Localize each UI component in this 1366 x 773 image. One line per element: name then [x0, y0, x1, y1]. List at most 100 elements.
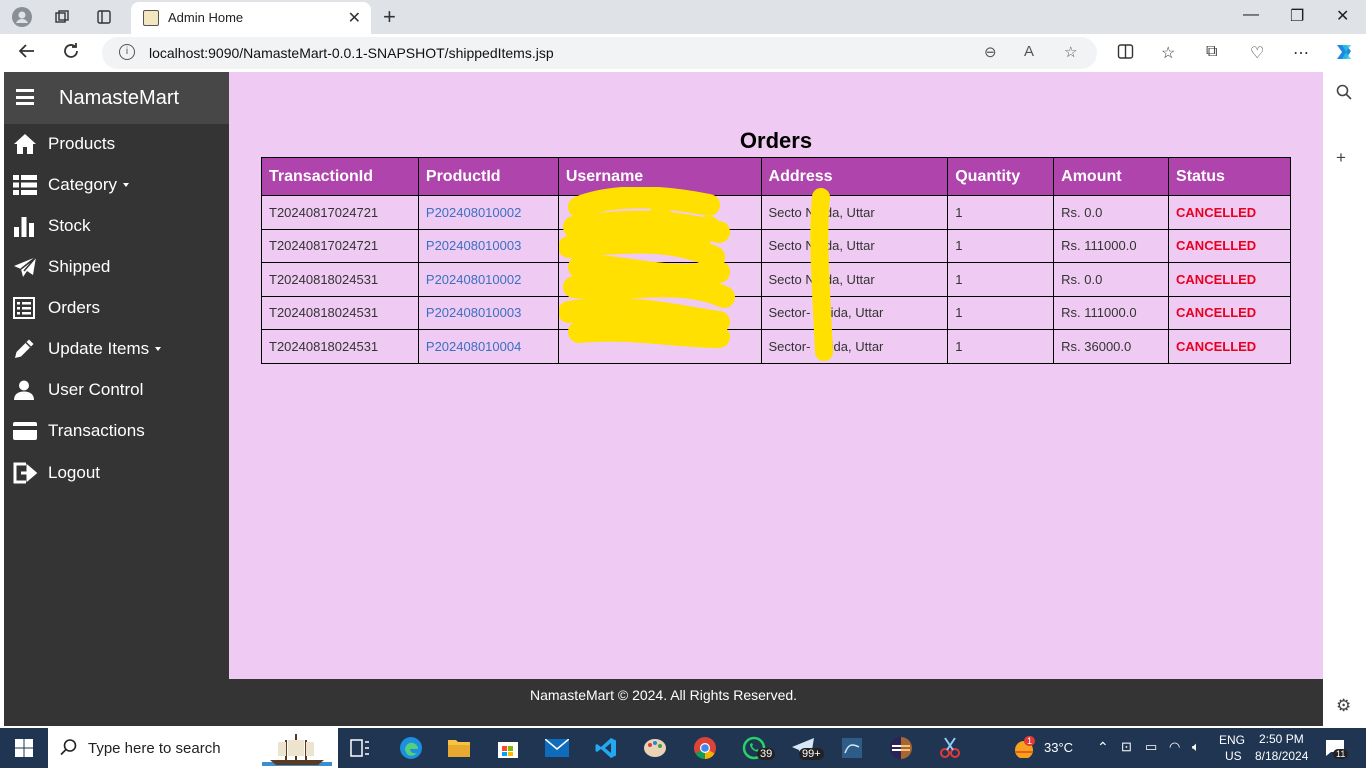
- product-id-link[interactable]: P202408010004: [417, 329, 559, 364]
- transaction-id-cell: T20240817024721: [261, 228, 419, 263]
- mysql-workbench-icon[interactable]: [840, 736, 864, 760]
- sidebar-item-label: Category: [48, 175, 117, 194]
- sidebar-item-stock[interactable]: Stock: [4, 207, 229, 245]
- sidebar-add-icon[interactable]: +: [1336, 148, 1346, 168]
- status-badge: CANCELLED: [1168, 195, 1291, 230]
- edge-browser-icon[interactable]: [399, 736, 423, 760]
- column-header: Quantity: [947, 157, 1055, 196]
- favorite-star-icon[interactable]: ☆: [1064, 43, 1077, 61]
- vscode-icon[interactable]: [594, 736, 618, 760]
- new-tab-button[interactable]: +: [383, 4, 396, 30]
- site-info-icon[interactable]: i: [119, 44, 135, 60]
- url-text[interactable]: localhost:9090/NamasteMart-0.0.1-SNAPSHO…: [149, 45, 554, 61]
- app-sidebar: NamasteMart Products Category Stock Ship…: [4, 72, 229, 679]
- column-header: ProductId: [417, 157, 559, 196]
- product-id-link[interactable]: P202408010002: [417, 262, 559, 297]
- sidebar-settings-icon[interactable]: ⚙: [1336, 696, 1351, 716]
- chevron-down-icon: [155, 347, 162, 351]
- back-icon[interactable]: [18, 42, 36, 65]
- transaction-id-cell: T20240818024531: [261, 329, 419, 364]
- sidebar-item-transactions[interactable]: Transactions: [4, 412, 229, 450]
- sidebar-item-logout[interactable]: Logout: [4, 454, 229, 492]
- telegram-badge: 99+: [799, 748, 824, 760]
- browser-titlebar: Admin Home ✕ + — ❐ ✕: [0, 0, 1366, 34]
- eclipse-icon[interactable]: [889, 736, 913, 760]
- read-aloud-icon[interactable]: A: [1024, 43, 1034, 60]
- snipping-tool-icon[interactable]: [938, 736, 962, 760]
- copilot-icon[interactable]: [1333, 41, 1355, 68]
- quantity-cell: 1: [947, 262, 1055, 297]
- credit-card-icon: [4, 422, 48, 440]
- bar-chart-icon: [4, 215, 48, 237]
- region-text[interactable]: US: [1225, 749, 1242, 763]
- browser-essentials-icon[interactable]: ♡: [1250, 43, 1264, 63]
- battery-icon[interactable]: ▭: [1145, 739, 1157, 755]
- edge-sidebar: + ⚙: [1323, 72, 1366, 726]
- wifi-icon[interactable]: ◠: [1169, 739, 1180, 755]
- meet-now-icon[interactable]: ⊡: [1121, 739, 1132, 755]
- file-explorer-icon[interactable]: [447, 736, 471, 760]
- brand-name[interactable]: NamasteMart: [59, 87, 179, 110]
- taskbar-search[interactable]: Type here to search: [48, 728, 338, 768]
- sidebar-item-label: Products: [48, 134, 116, 153]
- sidebar-item-category[interactable]: Category: [4, 166, 229, 204]
- sidebar-item-label: Logout: [48, 463, 100, 482]
- split-screen-icon[interactable]: [1117, 43, 1134, 65]
- product-id-link[interactable]: P202408010003: [417, 228, 559, 263]
- search-icon: [60, 738, 78, 761]
- page-footer: NamasteMart © 2024. All Rights Reserved.: [4, 679, 1323, 726]
- hamburger-menu-icon[interactable]: [16, 89, 34, 105]
- page-title: Orders: [739, 128, 813, 153]
- favorites-icon[interactable]: ☆: [1161, 43, 1175, 63]
- tab-actions-icon[interactable]: [94, 7, 114, 27]
- sidebar-item-update-items[interactable]: Update Items: [4, 330, 229, 368]
- workspaces-icon[interactable]: [52, 7, 72, 27]
- mail-icon[interactable]: [545, 736, 569, 760]
- sidebar-item-shipped[interactable]: Shipped: [4, 248, 229, 286]
- volume-icon[interactable]: 🔈︎: [1192, 739, 1200, 755]
- logout-icon: [4, 462, 48, 484]
- quantity-cell: 1: [947, 228, 1055, 263]
- tab-close-icon[interactable]: ✕: [348, 8, 361, 28]
- microsoft-store-icon[interactable]: [496, 736, 520, 760]
- restore-icon[interactable]: ❐: [1290, 6, 1304, 26]
- status-badge: CANCELLED: [1168, 228, 1291, 263]
- collections-icon[interactable]: ⧉: [1206, 43, 1217, 61]
- home-icon: [4, 133, 48, 155]
- sidebar-item-user-control[interactable]: User Control: [4, 371, 229, 409]
- amount-cell: Rs. 0.0: [1053, 195, 1170, 230]
- profile-icon[interactable]: [12, 7, 32, 27]
- sidebar-item-products[interactable]: Products: [4, 125, 229, 163]
- tab-title: Admin Home: [168, 10, 244, 25]
- chevron-down-icon: [122, 183, 129, 187]
- chevron-up-icon[interactable]: ⌃: [1097, 739, 1109, 756]
- whatsapp-badge: 39: [757, 748, 776, 760]
- refresh-icon[interactable]: [62, 42, 80, 65]
- chrome-icon[interactable]: [693, 736, 717, 760]
- close-window-icon[interactable]: ✕: [1336, 6, 1349, 26]
- weather-badge: 1: [1024, 736, 1036, 746]
- quantity-cell: 1: [947, 295, 1055, 330]
- sidebar-item-orders[interactable]: Orders: [4, 289, 229, 327]
- language-text[interactable]: ENG: [1219, 733, 1245, 747]
- user-icon: [4, 379, 48, 401]
- quantity-cell: 1: [947, 329, 1055, 364]
- temperature-text[interactable]: 33°C: [1044, 740, 1073, 755]
- product-id-link[interactable]: P202408010002: [417, 195, 559, 230]
- clock-time[interactable]: 2:50 PM: [1259, 732, 1304, 746]
- sidebar-search-icon[interactable]: [1336, 84, 1352, 105]
- browser-tab[interactable]: Admin Home ✕: [131, 2, 371, 34]
- clock-date[interactable]: 8/18/2024: [1255, 749, 1308, 763]
- amount-cell: Rs. 111000.0: [1053, 295, 1170, 330]
- product-id-link[interactable]: P202408010003: [417, 295, 559, 330]
- paint-icon[interactable]: [643, 736, 667, 760]
- notification-count: 11: [1333, 749, 1349, 759]
- search-placeholder: Type here to search: [88, 740, 221, 757]
- more-menu-icon[interactable]: ⋯: [1293, 43, 1309, 63]
- windows-start-icon[interactable]: [12, 736, 36, 760]
- minimize-icon[interactable]: —: [1243, 6, 1259, 24]
- task-view-icon[interactable]: [348, 736, 372, 760]
- address-bar[interactable]: i localhost:9090/NamasteMart-0.0.1-SNAPS…: [102, 37, 1097, 69]
- web-page: NamasteMart Products Category Stock Ship…: [4, 72, 1323, 726]
- zoom-icon[interactable]: ⊖: [984, 43, 997, 61]
